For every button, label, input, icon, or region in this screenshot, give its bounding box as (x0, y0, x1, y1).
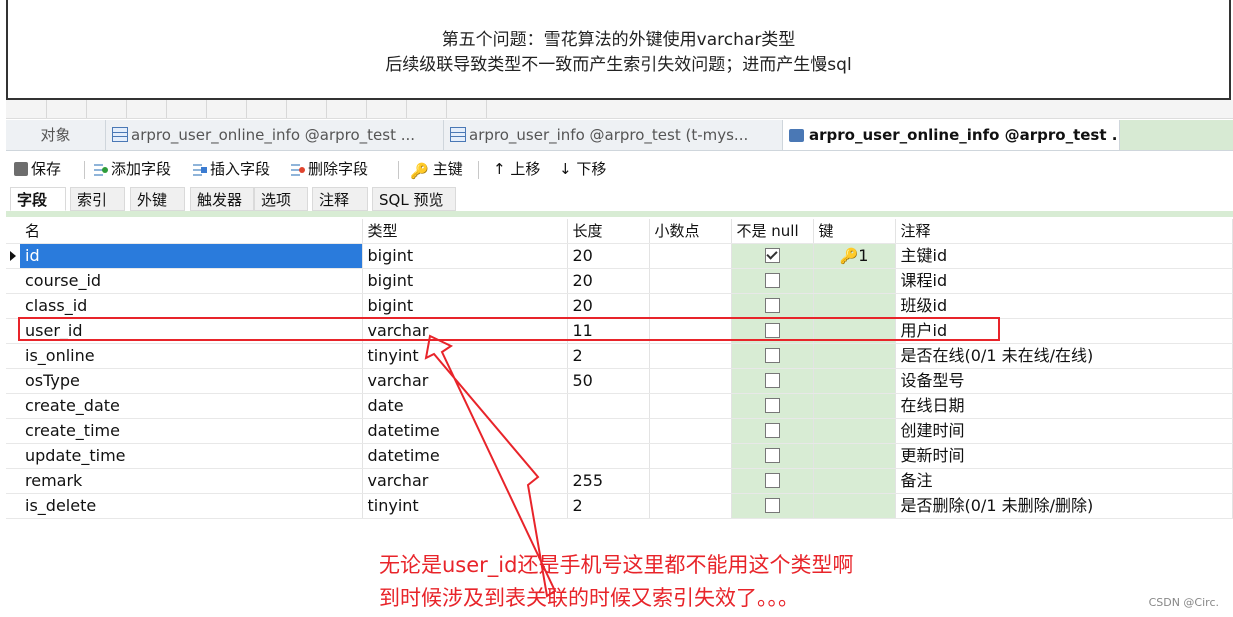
annotation-line-2: 到时候涉及到表关联的时候又索引失效了。。。 (379, 586, 799, 610)
annotation-arrow (424, 334, 557, 598)
watermark: CSDN @Circ. (1148, 596, 1219, 609)
annotation-line-1: 无论是user_id还是手机号这里都不能用这个类型啊 (379, 553, 854, 577)
